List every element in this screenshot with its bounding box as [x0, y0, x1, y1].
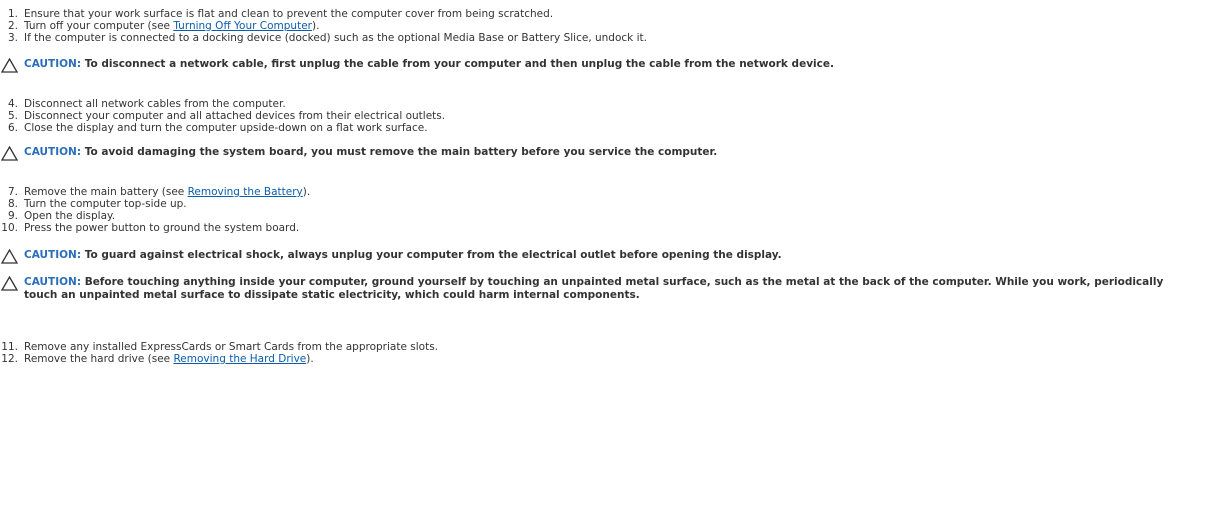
caution-note: CAUTION: To disconnect a network cable, … [0, 58, 1194, 73]
caution-note: CAUTION: Before touching anything inside… [0, 276, 1194, 302]
step-item: 10. Press the power button to ground the … [1, 222, 300, 234]
step-item: 1. Ensure that your work surface is flat … [7, 8, 554, 20]
removing-battery-link[interactable]: Removing the Battery [188, 186, 303, 198]
caution-note: CAUTION: To avoid damaging the system bo… [0, 146, 1194, 161]
removing-hard-drive-link[interactable]: Removing the Hard Drive [173, 353, 306, 365]
step-item: 9. Open the display. [7, 210, 116, 222]
step-item: 2. Turn off your computer (see Turning Of… [7, 20, 320, 32]
caution-triangle-icon [1, 249, 18, 264]
caution-triangle-icon [1, 276, 18, 291]
step-item: 12. Remove the hard drive (see Removing t… [1, 353, 314, 365]
step-item: 11. Remove any installed ExpressCards or … [1, 341, 439, 353]
step-item: 4. Disconnect all network cables from the… [7, 98, 286, 110]
caution-note: CAUTION: To guard against electrical sho… [0, 249, 1194, 264]
caution-triangle-icon [1, 146, 18, 161]
step-item: 6. Close the display and turn the compute… [7, 122, 428, 134]
turning-off-computer-link[interactable]: Turning Off Your Computer [173, 20, 312, 32]
caution-triangle-icon [1, 58, 18, 73]
step-item: 3. If the computer is connected to a dock… [7, 32, 647, 44]
step-item: 7. Remove the main battery (see Removing … [7, 186, 311, 198]
step-item: 8. Turn the computer top-side up. [7, 198, 187, 210]
step-item: 5. Disconnect your computer and all attac… [7, 110, 446, 122]
